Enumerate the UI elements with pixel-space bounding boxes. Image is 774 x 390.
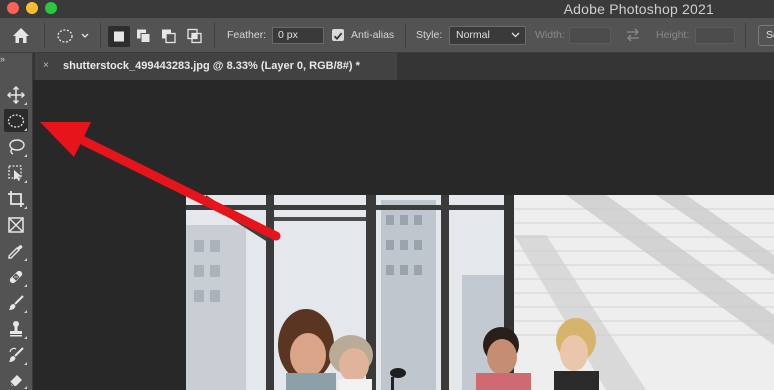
feather-input[interactable]: 0 px [272, 27, 324, 44]
history-brush-icon [9, 346, 24, 362]
close-window-button[interactable] [7, 2, 19, 14]
lasso-icon [9, 138, 25, 155]
add-to-selection-icon [137, 29, 151, 43]
app-title: Adobe Photoshop 2021 [563, 1, 714, 17]
history-brush-tool[interactable] [4, 343, 28, 366]
spot-healing-brush-tool[interactable] [4, 265, 28, 288]
collapse-toolbar-button[interactable]: ›› [0, 54, 5, 64]
width-label: Width: [535, 29, 565, 41]
move-icon [7, 85, 25, 104]
chevron-down-icon [511, 32, 520, 38]
width-input[interactable] [569, 27, 611, 44]
tool-group-indicator [24, 154, 27, 157]
title-bar: Adobe Photoshop 2021 [0, 0, 774, 18]
eyedropper-icon [8, 244, 23, 259]
intersect-with-selection-button[interactable] [184, 26, 206, 47]
tool-group-indicator [24, 102, 27, 105]
document-image[interactable] [186, 195, 774, 390]
document-tab-bar: × shutterstock_499443283.jpg @ 8.33% (La… [33, 53, 774, 80]
lasso-tool[interactable] [4, 135, 28, 158]
home-button[interactable] [10, 26, 32, 46]
tool-group-indicator [24, 180, 27, 183]
crop-tool[interactable] [4, 187, 28, 210]
stamp-icon [10, 320, 22, 336]
separator [405, 23, 406, 48]
style-dropdown[interactable]: Normal [449, 26, 526, 45]
checkmark-icon [333, 32, 343, 41]
intersect-with-selection-icon [187, 28, 202, 44]
crop-icon [8, 190, 24, 207]
separator [745, 23, 746, 48]
tool-group-indicator [24, 386, 27, 389]
brush-tool[interactable] [4, 291, 28, 314]
brush-icon [9, 294, 24, 310]
frame-tool[interactable] [4, 213, 28, 236]
tool-group-indicator [24, 336, 27, 339]
elliptical-marquee-icon [57, 29, 89, 43]
options-bar: Feather: 0 px Anti-alias Style: Normal W… [0, 18, 774, 53]
object-selection-icon [8, 164, 22, 181]
bandage-icon [9, 270, 23, 283]
select-and-mask-button[interactable]: Se [758, 25, 774, 46]
tool-group-indicator [24, 362, 27, 365]
home-icon [13, 28, 29, 43]
style-dropdown-value: Normal [456, 29, 490, 41]
tool-group-indicator [24, 284, 27, 287]
move-tool[interactable] [4, 83, 28, 106]
style-label: Style: [416, 29, 443, 41]
document-tab-title: shutterstock_499443283.jpg @ 8.33% (Laye… [63, 60, 360, 72]
feather-label: Feather: [227, 29, 267, 41]
eyedropper-tool[interactable] [4, 239, 28, 262]
elliptical-marquee-icon [7, 113, 25, 128]
add-to-selection-button[interactable] [133, 26, 155, 47]
tool-preset-picker[interactable] [55, 26, 95, 46]
tool-group-indicator [24, 128, 27, 131]
close-tab-icon[interactable]: × [43, 60, 49, 71]
anti-alias-label: Anti-alias [351, 29, 395, 41]
height-input[interactable] [695, 27, 735, 44]
clone-stamp-tool[interactable] [4, 317, 28, 340]
eraser-icon [9, 374, 22, 386]
office-photo [186, 195, 774, 390]
tool-group-indicator [24, 206, 27, 209]
zoom-window-button[interactable] [45, 2, 57, 14]
separator [100, 23, 101, 48]
separator [44, 23, 45, 48]
tools-panel: ›› [0, 53, 33, 390]
frame-icon [8, 216, 24, 233]
swap-arrows-icon [627, 28, 639, 42]
new-selection-button[interactable] [108, 26, 130, 47]
swap-width-height-button[interactable] [624, 28, 642, 42]
document-tab[interactable]: × shutterstock_499443283.jpg @ 8.33% (La… [35, 53, 397, 80]
separator [214, 23, 215, 48]
anti-alias-checkbox[interactable] [332, 29, 344, 41]
eraser-tool[interactable] [4, 367, 28, 390]
tool-group-indicator [24, 258, 27, 261]
elliptical-marquee-tool[interactable] [4, 109, 28, 132]
new-selection-icon [114, 31, 124, 42]
object-selection-tool[interactable] [4, 161, 28, 184]
subtract-from-selection-icon [162, 29, 176, 44]
tool-group-indicator [24, 310, 27, 313]
minimize-window-button[interactable] [26, 2, 38, 14]
height-label: Height: [656, 29, 690, 41]
subtract-from-selection-button[interactable] [158, 26, 180, 47]
